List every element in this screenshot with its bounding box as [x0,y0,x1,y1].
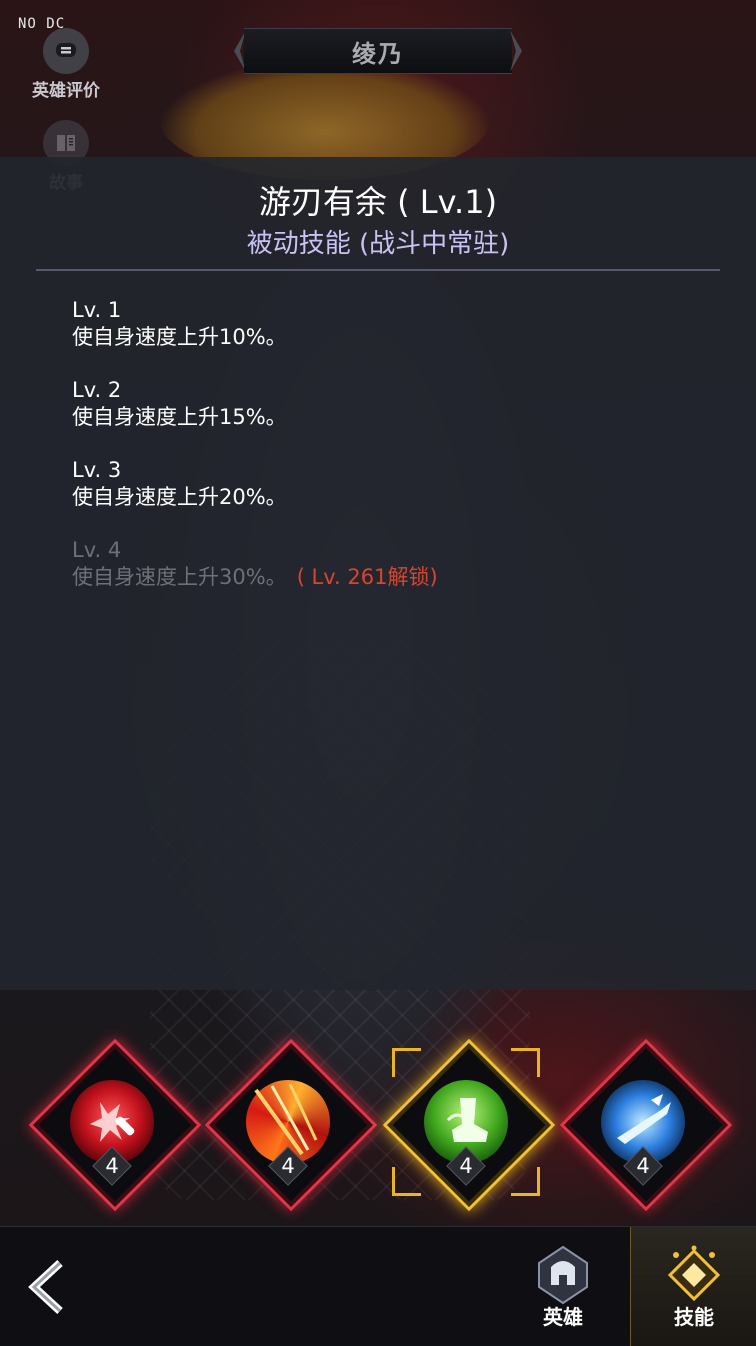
skill-level-item-locked: Lv. 4 使自身速度上升30%。 ( Lv. 261解锁) [72,537,712,591]
hero-name-switcher: 绫乃 [226,28,530,74]
bottom-nav-bar: 英雄 技能 [0,1226,756,1346]
skill-icon-row: 4 4 4 4 [0,1038,756,1215]
divider [36,269,720,271]
level-name: Lv. 2 [72,378,122,402]
skill-type: 被动技能 (战斗中常驻) [246,229,510,259]
unlock-requirement: ( Lv. 261解锁) [296,565,438,589]
skill-slot-2[interactable]: 4 [204,1038,378,1212]
level-desc: 使自身速度上升10%。 [72,325,287,349]
skill-detail-panel: 游刃有余 ( Lv.1) 被动技能 (战斗中常驻) Lv. 1 使自身速度上升1… [0,157,756,990]
back-button[interactable] [24,1257,68,1317]
level-desc: 使自身速度上升15%。 [72,405,287,429]
chat-bubble-icon [43,28,89,74]
level-name: Lv. 4 [72,538,122,562]
skill-slot-4[interactable]: 4 [559,1038,733,1212]
level-name: Lv. 3 [72,458,122,482]
selection-corner-icon [392,1048,421,1077]
skill-level-badge: 4 [446,1146,486,1186]
hero-review-button[interactable]: 英雄评价 [24,28,108,101]
selection-corner-icon [511,1167,540,1196]
level-name: Lv. 1 [72,298,122,322]
selection-corner-icon [392,1167,421,1196]
skill-level-badge: 4 [92,1146,132,1186]
next-hero-arrow-icon[interactable] [510,30,522,72]
skill-level-badge: 4 [623,1146,663,1186]
skill-level-item: Lv. 2 使自身速度上升15%。 [72,377,712,431]
helmet-icon [533,1245,593,1305]
skill-level-badge: 4 [268,1146,308,1186]
previous-hero-arrow-icon[interactable] [234,30,246,72]
skill-slot-3-selected[interactable]: 4 [382,1038,556,1212]
selection-corner-icon [511,1048,540,1077]
level-desc: 使自身速度上升20%。 [72,485,287,509]
level-desc: 使自身速度上升30%。 [72,565,287,589]
skill-title: 游刃有余 ( Lv.1) [258,183,498,221]
skill-level-item: Lv. 3 使自身速度上升20%。 [72,457,712,511]
level-desc-row: 使自身速度上升30%。 ( Lv. 261解锁) [72,564,712,591]
tab-skills-label: 技能 [674,1305,714,1329]
skill-emblem-icon [664,1245,724,1305]
back-arrow-icon [28,1260,63,1314]
skill-slot-1[interactable]: 4 [28,1038,202,1212]
skill-level-item: Lv. 1 使自身速度上升10%。 [72,297,712,351]
hero-name: 绫乃 [244,28,512,74]
tab-hero-label: 英雄 [543,1305,583,1329]
skill-level-list: Lv. 1 使自身速度上升10%。 Lv. 2 使自身速度上升15%。 Lv. … [72,297,712,617]
hero-review-label: 英雄评价 [32,81,100,101]
tab-hero[interactable]: 英雄 [500,1227,626,1346]
tab-skills-active[interactable]: 技能 [630,1227,756,1346]
